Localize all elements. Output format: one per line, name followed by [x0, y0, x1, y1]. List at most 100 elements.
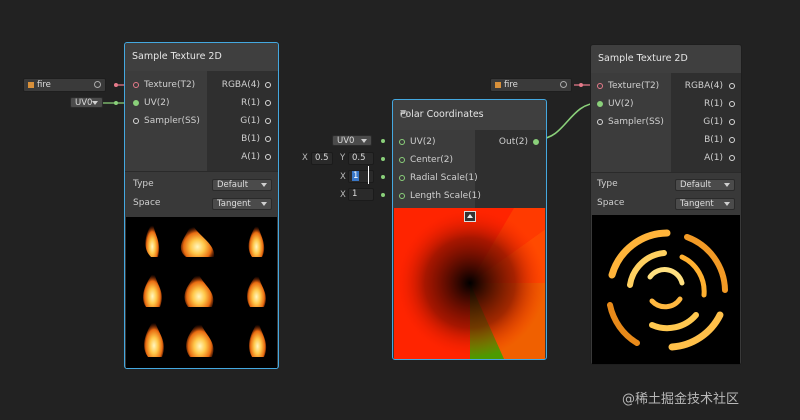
texture-object-field[interactable]: fire [23, 78, 106, 92]
g-output-label: G(1) [240, 116, 260, 126]
texture-connection-dot [579, 83, 583, 87]
space-dropdown-value: Tangent [680, 199, 714, 209]
chevron-down-icon [92, 101, 98, 105]
polar-uv-channel-dropdown[interactable]: UV0 [332, 135, 372, 146]
sampler-input-port[interactable] [133, 118, 139, 124]
chevron-up-icon [467, 214, 473, 218]
r-output-port[interactable] [265, 100, 271, 106]
uv-input-label: UV(2) [144, 98, 170, 108]
b-output-label: B(1) [241, 134, 260, 144]
fire-swirl-preview [592, 215, 740, 364]
g-output-label: G(1) [703, 117, 723, 127]
length-x-label: X [340, 190, 346, 200]
length-scale-input-port[interactable] [399, 193, 405, 199]
text-cursor-icon [368, 166, 375, 184]
texture-object-field-2[interactable]: fire [490, 78, 572, 92]
sample-texture-node-2[interactable]: Sample Texture 2D Texture(T2) UV(2) Samp… [590, 44, 742, 365]
texture-connection-dot [114, 83, 118, 87]
type-dropdown[interactable]: Default [675, 179, 735, 191]
chevron-down-icon [724, 183, 730, 187]
center-x-label: X [302, 153, 308, 163]
center-connection-dot [381, 157, 385, 161]
a-output-port[interactable] [265, 154, 271, 160]
uv-input-label: UV(2) [608, 99, 634, 109]
space-label: Space [133, 198, 161, 208]
space-label: Space [597, 198, 625, 208]
r-output-port[interactable] [729, 101, 735, 107]
polar-uv-connection-dot [381, 139, 385, 143]
rgba-output-label: RGBA(4) [684, 81, 723, 91]
center-y-label: Y [340, 153, 346, 163]
center-input-port[interactable] [399, 157, 405, 163]
out-output-label: Out(2) [498, 137, 528, 147]
chevron-down-icon [724, 202, 730, 206]
type-label: Type [597, 179, 618, 189]
type-dropdown-value: Default [217, 180, 249, 190]
length-scale-input-label: Length Scale(1) [410, 191, 481, 201]
uv-channel-dropdown[interactable]: UV0 [70, 97, 103, 108]
radial-scale-input-port[interactable] [399, 175, 405, 181]
radial-scale-value: 1 [352, 171, 360, 181]
type-label: Type [133, 179, 154, 189]
a-output-port[interactable] [729, 155, 735, 161]
uv-connection-dot [114, 101, 118, 105]
b-output-port[interactable] [729, 137, 735, 143]
fire-texture-preview [126, 217, 277, 368]
radial-scale-input-label: Radial Scale(1) [410, 173, 478, 183]
chevron-down-icon [261, 183, 267, 187]
sampler-input-port[interactable] [597, 119, 603, 125]
chevron-down-icon [261, 202, 267, 206]
b-output-label: B(1) [704, 135, 723, 145]
node-title: Sample Texture 2D [132, 51, 222, 62]
texture-field-value: fire [37, 80, 51, 90]
r-output-label: R(1) [703, 99, 723, 109]
center-input-label: Center(2) [410, 155, 454, 165]
polar-coordinates-preview [394, 208, 545, 359]
type-dropdown-value: Default [680, 180, 712, 190]
a-output-label: A(1) [241, 152, 260, 162]
out-output-port[interactable] [533, 139, 539, 145]
sampler-input-label: Sampler(SS) [144, 116, 200, 126]
node-title-bar[interactable]: Sample Texture 2D [591, 45, 741, 74]
center-x-field[interactable]: 0.5 [311, 152, 333, 165]
texture-input-port[interactable] [597, 83, 603, 89]
node-title: Polar Coordinates [400, 109, 484, 120]
sample-texture-node-1[interactable]: Sample Texture 2D Texture(T2) UV(2) Samp… [124, 42, 279, 369]
chevron-down-icon [361, 139, 367, 143]
node-title-bar[interactable]: Sample Texture 2D [125, 43, 278, 72]
object-picker-icon[interactable] [94, 81, 101, 88]
a-output-label: A(1) [704, 153, 723, 163]
space-dropdown[interactable]: Tangent [212, 198, 272, 210]
type-dropdown[interactable]: Default [212, 179, 272, 191]
uv-channel-value: UV0 [337, 136, 355, 146]
uv-channel-value: UV0 [75, 98, 93, 108]
rgba-output-port[interactable] [265, 82, 271, 88]
texture-field-value: fire [504, 80, 518, 90]
node-title: Sample Texture 2D [598, 53, 688, 64]
space-dropdown[interactable]: Tangent [675, 198, 735, 210]
collapse-preview-button[interactable] [464, 211, 476, 222]
radial-x-label: X [340, 172, 346, 182]
sampler-input-label: Sampler(SS) [608, 117, 664, 127]
object-picker-icon[interactable] [560, 81, 567, 88]
space-dropdown-value: Tangent [217, 199, 251, 209]
g-output-port[interactable] [729, 119, 735, 125]
g-output-port[interactable] [265, 118, 271, 124]
uv-input-port[interactable] [399, 139, 405, 145]
radial-connection-dot [381, 175, 385, 179]
collapse-chevron-icon[interactable] [400, 110, 406, 114]
uv-input-port[interactable] [597, 101, 603, 107]
polar-coordinates-node[interactable]: Polar Coordinates UV(2) Center(2) Radial… [392, 99, 547, 360]
uv-input-label: UV(2) [410, 137, 436, 147]
texture-asset-icon [495, 82, 501, 88]
texture-input-label: Texture(T2) [608, 81, 660, 91]
b-output-port[interactable] [265, 136, 271, 142]
uv-input-port[interactable] [133, 100, 139, 106]
rgba-output-label: RGBA(4) [221, 80, 260, 90]
texture-input-port[interactable] [133, 82, 139, 88]
rgba-output-port[interactable] [729, 83, 735, 89]
length-scale-field[interactable]: 1 [348, 188, 374, 201]
center-y-field[interactable]: 0.5 [348, 152, 374, 165]
r-output-label: R(1) [240, 98, 260, 108]
node-title-bar[interactable]: Polar Coordinates [393, 100, 546, 131]
